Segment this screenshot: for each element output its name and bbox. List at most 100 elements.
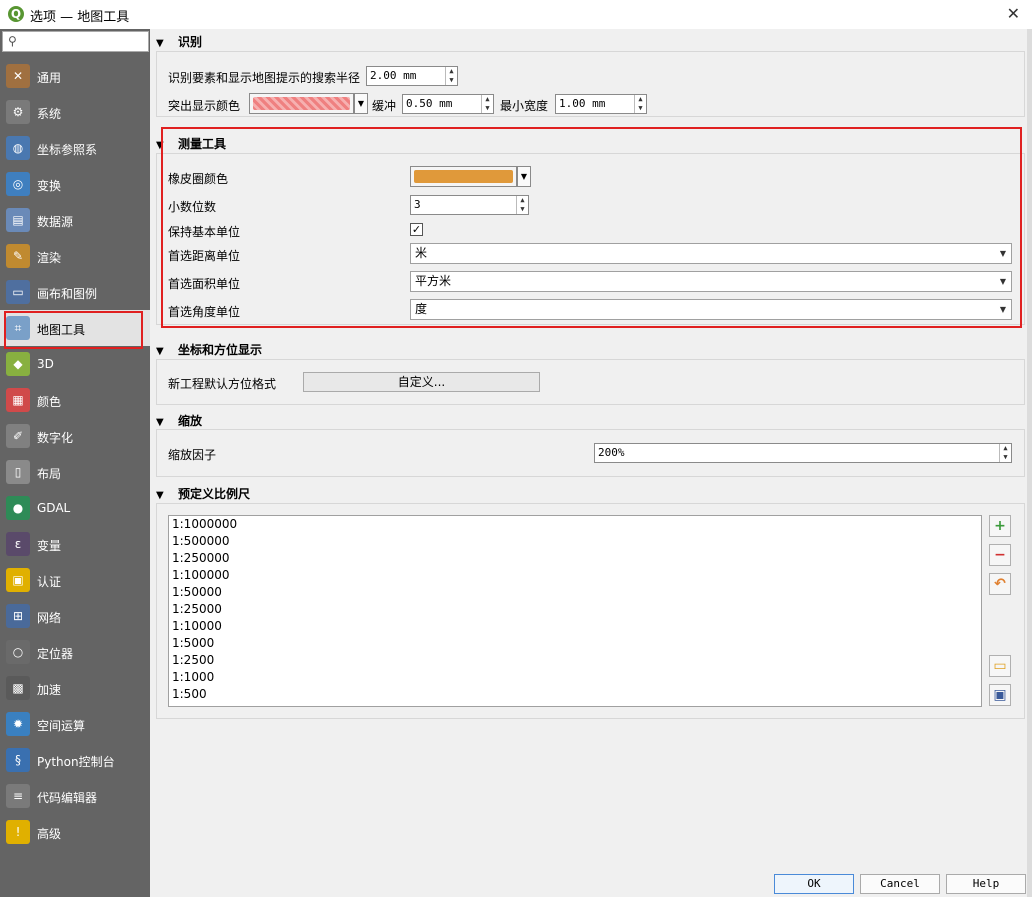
sidebar-item-13[interactable]: ε 变量 — [0, 526, 150, 562]
sidebar-highlight-box — [4, 311, 143, 349]
sidebar-item-label: 渲染 — [37, 251, 62, 265]
sidebar-item-17[interactable]: ▩ 加速 — [0, 670, 150, 706]
cancel-button[interactable]: Cancel — [860, 874, 940, 894]
collapse-triangle-icon[interactable]: ▼ — [156, 346, 168, 357]
list-item[interactable]: 1:50000 — [169, 584, 981, 601]
search-radius-label: 识别要素和显示地图提示的搜索半径 — [168, 71, 361, 85]
scrollbar[interactable] — [1027, 29, 1032, 897]
zoom-factor-spinbox[interactable]: 200% ▲ ▼ — [594, 443, 1012, 463]
measure-highlight-box — [161, 127, 1022, 328]
zoom-factor-label: 缩放因子 — [168, 448, 217, 462]
paintbrush-icon: ✎ — [6, 244, 30, 268]
sidebar-item-label: 画布和图例 — [37, 287, 98, 301]
remove-scale-icon[interactable]: − — [989, 544, 1011, 566]
globe-grid-icon: ◍ — [6, 136, 30, 160]
ok-button[interactable]: OK — [774, 874, 854, 894]
scales-list[interactable]: 1:1000000 1:500000 1:250000 1:100000 1:50000… — [168, 515, 982, 707]
gear-tools-icon: ⚙ — [6, 100, 30, 124]
list-item[interactable]: 1:2500 — [169, 652, 981, 669]
save-scales-icon[interactable]: ▣ — [989, 684, 1011, 706]
list-item[interactable]: 1:500000 — [169, 533, 981, 550]
sidebar-item-label: 通用 — [37, 71, 62, 85]
import-folder-icon[interactable]: ▭ — [989, 655, 1011, 677]
reset-scales-icon[interactable]: ↶ — [989, 573, 1011, 595]
sidebar-item-20[interactable]: ≡ 代码编辑器 — [0, 778, 150, 814]
sidebar-item-2[interactable]: ◍ 坐标参照系 — [0, 130, 150, 166]
section-zoom-header[interactable]: ▼ 缩放 — [156, 412, 202, 429]
digitize-icon: ✐ — [6, 424, 30, 448]
sidebar-item-label: 变量 — [37, 539, 62, 553]
close-icon[interactable]: ✕ — [1007, 4, 1020, 23]
section-coords-header[interactable]: ▼ 坐标和方位显示 — [156, 341, 262, 358]
list-item[interactable]: 1:1000000 — [169, 516, 981, 533]
sidebar-item-16[interactable]: ○ 定位器 — [0, 634, 150, 670]
options-panel: ▼ 识别 识别要素和显示地图提示的搜索半径 2.00 mm ▲ ▼ 突出显示颜色 ▼… — [150, 29, 1032, 897]
min-width-label: 最小宽度 — [500, 99, 549, 113]
sidebar-item-label: 坐标参照系 — [37, 143, 98, 157]
warning-triangle-icon: ! — [6, 820, 30, 844]
search-radius-spinbox[interactable]: 2.00 mm ▲ ▼ — [366, 66, 458, 86]
collapse-triangle-icon[interactable]: ▼ — [156, 417, 168, 428]
list-item[interactable]: 1:10000 — [169, 618, 981, 635]
canvas-legend-icon: ▭ — [6, 280, 30, 304]
sidebar-item-10[interactable]: ✐ 数字化 — [0, 418, 150, 454]
sidebar-item-label: 定位器 — [37, 647, 74, 661]
sidebar-item-9[interactable]: ▦ 颜色 — [0, 382, 150, 418]
sidebar-item-0[interactable]: ✕ 通用 — [0, 58, 150, 94]
sidebar-item-11[interactable]: ▯ 布局 — [0, 454, 150, 490]
spin-arrows-icon[interactable]: ▲ ▼ — [999, 444, 1011, 462]
highlight-color-button[interactable] — [249, 93, 354, 114]
table-icon: ▤ — [6, 208, 30, 232]
add-scale-icon[interactable]: + — [989, 515, 1011, 537]
sidebar-item-label: GDAL — [37, 501, 71, 515]
sidebar-item-19[interactable]: § Python控制台 — [0, 742, 150, 778]
sidebar-item-12[interactable]: ● GDAL — [0, 490, 150, 526]
spin-arrows-icon[interactable]: ▲ ▼ — [445, 67, 457, 85]
help-button[interactable]: Help — [946, 874, 1026, 894]
list-item[interactable]: 1:100000 — [169, 567, 981, 584]
section-identify-header[interactable]: ▼ 识别 — [156, 33, 202, 50]
list-item[interactable]: 1:25000 — [169, 601, 981, 618]
sidebar-item-6[interactable]: ▭ 画布和图例 — [0, 274, 150, 310]
sidebar-item-3[interactable]: ◎ 变换 — [0, 166, 150, 202]
search-input[interactable]: ⚲ — [2, 31, 149, 52]
sidebar-item-label: 高级 — [37, 827, 62, 841]
list-item[interactable]: 1:1000 — [169, 669, 981, 686]
min-width-spinbox[interactable]: 1.00 mm ▲ ▼ — [555, 94, 647, 114]
highlight-color-label: 突出显示颜色 — [168, 99, 241, 113]
gdal-globe-icon: ● — [6, 496, 30, 520]
list-item[interactable]: 1:5000 — [169, 635, 981, 652]
buffer-spinbox[interactable]: 0.50 mm ▲ ▼ — [402, 94, 494, 114]
section-scales-header[interactable]: ▼ 预定义比例尺 — [156, 485, 250, 502]
collapse-triangle-icon[interactable]: ▼ — [156, 38, 168, 49]
search-icon: ⚲ — [8, 34, 17, 48]
spin-arrows-icon[interactable]: ▲ ▼ — [634, 95, 646, 113]
padlock-icon: ▣ — [6, 568, 30, 592]
variable-epsilon-icon: ε — [6, 532, 30, 556]
sidebar-item-8[interactable]: ◆ 3D — [0, 346, 150, 382]
sidebar-item-14[interactable]: ▣ 认证 — [0, 562, 150, 598]
sidebar-item-21[interactable]: ! 高级 — [0, 814, 150, 850]
sidebar-item-18[interactable]: ✹ 空间运算 — [0, 706, 150, 742]
custom-bearing-format-button[interactable]: 自定义... — [303, 372, 540, 392]
sidebar-item-label: 代码编辑器 — [37, 791, 98, 805]
sidebar-item-label: 数据源 — [37, 215, 74, 229]
list-item[interactable]: 1:500 — [169, 686, 981, 703]
buffer-value: 0.50 mm — [406, 97, 453, 110]
sidebar-item-15[interactable]: ⊞ 网络 — [0, 598, 150, 634]
magnifier-icon: ○ — [6, 640, 30, 664]
sidebar-item-1[interactable]: ⚙ 系统 — [0, 94, 150, 130]
zoom-group: 缩放因子 200% ▲ ▼ — [156, 429, 1025, 477]
list-item[interactable]: 1:250000 — [169, 550, 981, 567]
collapse-triangle-icon[interactable]: ▼ — [156, 490, 168, 501]
sidebar-item-label: 变换 — [37, 179, 62, 193]
sidebar-item-label: Python控制台 — [37, 755, 115, 769]
section-title: 识别 — [178, 35, 203, 49]
min-width-value: 1.00 mm — [559, 97, 606, 110]
sidebar-item-5[interactable]: ✎ 渲染 — [0, 238, 150, 274]
sidebar-item-label: 认证 — [37, 575, 62, 589]
globe-transform-icon: ◎ — [6, 172, 30, 196]
sidebar-item-4[interactable]: ▤ 数据源 — [0, 202, 150, 238]
spin-arrows-icon[interactable]: ▲ ▼ — [481, 95, 493, 113]
highlight-color-dropdown-icon[interactable]: ▼ — [354, 93, 368, 114]
